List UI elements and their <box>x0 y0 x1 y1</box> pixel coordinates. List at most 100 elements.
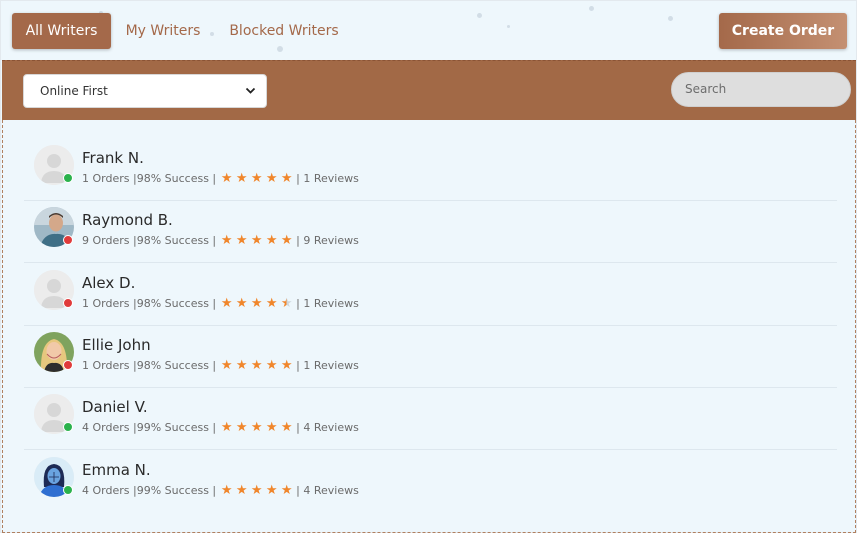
writer-list: Frank N. 1 Orders | 98% Success | ★ ★ ★ ★ ★ | 1 … <box>2 120 856 533</box>
reviews-count: 4 Reviews <box>303 484 359 497</box>
success-rate: 99% Success <box>136 421 209 434</box>
orders-count: 1 Orders <box>82 297 130 310</box>
success-rate: 99% Success <box>136 484 209 497</box>
star-icon: ★ <box>235 420 248 435</box>
writer-row[interactable]: Ellie John 1 Orders | 98% Success | ★ ★ ★ ★ ★ | … <box>24 326 837 388</box>
decor-dot <box>210 32 214 36</box>
decor-dot <box>589 6 594 11</box>
success-rate: 98% Success <box>136 297 209 310</box>
star-icon: ★ <box>280 358 293 373</box>
reviews-count: 1 Reviews <box>303 297 359 310</box>
star-icon: ★ <box>235 483 248 498</box>
status-online-indicator <box>63 173 73 183</box>
writer-row[interactable]: Daniel V. 4 Orders | 99% Success | ★ ★ ★ ★ ★ | 4… <box>24 388 837 450</box>
sort-select-value: Online First <box>40 84 108 98</box>
writer-stats: 1 Orders | 98% Success | ★ ★ ★ ★ ★ | 1 Reviews <box>82 297 359 310</box>
writer-stats: 1 Orders | 98% Success | ★ ★ ★ ★ ★ | 1 Reviews <box>82 172 359 185</box>
separator: | <box>208 234 217 247</box>
writer-stats: 4 Orders | 99% Success | ★ ★ ★ ★ ★ | 4 Reviews <box>82 421 359 434</box>
decor-dot <box>477 13 482 18</box>
reviews-count: 1 Reviews <box>303 172 359 185</box>
star-icon: ★ <box>280 420 293 435</box>
writer-row[interactable]: Alex D. 1 Orders | 98% Success | ★ ★ ★ ★ ★ | 1 R… <box>24 264 837 326</box>
star-icon: ★ <box>265 233 278 248</box>
star-icon: ★ <box>250 233 263 248</box>
writers-page: All Writers My Writers Blocked Writers C… <box>0 0 857 533</box>
writer-name[interactable]: Alex D. <box>82 274 135 292</box>
separator: | <box>296 484 304 497</box>
star-icon: ★ <box>250 358 263 373</box>
star-icon: ★ <box>235 171 248 186</box>
rating-stars: ★ ★ ★ ★ ★ <box>219 172 294 185</box>
star-icon: ★ <box>220 233 233 248</box>
star-icon: ★ <box>235 296 248 311</box>
star-icon: ★ <box>235 233 248 248</box>
orders-count: 1 Orders <box>82 359 130 372</box>
star-icon: ★ <box>280 171 293 186</box>
star-icon: ★ <box>220 296 233 311</box>
separator: | <box>296 421 304 434</box>
separator: | <box>129 234 137 247</box>
separator: | <box>208 172 217 185</box>
star-icon: ★ <box>265 420 278 435</box>
writer-row[interactable]: Raymond B. 9 Orders | 98% Success | ★ ★ ★ ★ ★ | … <box>24 201 837 263</box>
separator: | <box>296 234 304 247</box>
orders-count: 1 Orders <box>82 172 130 185</box>
separator: | <box>129 297 137 310</box>
reviews-count: 9 Reviews <box>303 234 359 247</box>
writer-row[interactable]: Emma N. 4 Orders | 99% Success | ★ ★ ★ ★ ★ | 4 R… <box>24 451 837 513</box>
star-icon: ★ <box>250 483 263 498</box>
star-icon: ★ <box>280 296 293 311</box>
chevron-down-icon <box>245 75 256 120</box>
separator: | <box>296 172 304 185</box>
create-order-button[interactable]: Create Order <box>719 13 847 49</box>
separator: | <box>208 421 217 434</box>
separator: | <box>208 297 217 310</box>
writer-row[interactable]: Frank N. 1 Orders | 98% Success | ★ ★ ★ ★ ★ | 1 … <box>24 139 837 201</box>
top-bar: All Writers My Writers Blocked Writers C… <box>1 1 857 59</box>
tab-blocked-writers[interactable]: Blocked Writers <box>229 13 339 49</box>
search-input[interactable]: Search <box>671 72 851 107</box>
orders-count: 4 Orders <box>82 421 130 434</box>
separator: | <box>296 359 304 372</box>
star-icon: ★ <box>220 483 233 498</box>
star-icon: ★ <box>265 171 278 186</box>
separator: | <box>129 421 137 434</box>
separator: | <box>129 484 137 497</box>
star-icon: ★ <box>265 483 278 498</box>
separator: | <box>129 172 137 185</box>
star-icon: ★ <box>265 296 278 311</box>
separator: | <box>129 359 137 372</box>
star-icon: ★ <box>280 233 293 248</box>
writer-name[interactable]: Ellie John <box>82 336 151 354</box>
success-rate: 98% Success <box>136 172 209 185</box>
rating-stars: ★ ★ ★ ★ ★ <box>219 484 294 497</box>
reviews-count: 1 Reviews <box>303 359 359 372</box>
status-offline-indicator <box>63 235 73 245</box>
star-icon: ★ <box>220 171 233 186</box>
rating-stars: ★ ★ ★ ★ ★ <box>219 421 294 434</box>
star-icon: ★ <box>235 358 248 373</box>
star-icon: ★ <box>265 358 278 373</box>
tab-my-writers[interactable]: My Writers <box>125 13 201 49</box>
writer-name[interactable]: Frank N. <box>82 149 144 167</box>
separator: | <box>296 297 304 310</box>
separator: | <box>208 484 217 497</box>
star-icon: ★ <box>250 296 263 311</box>
status-offline-indicator <box>63 298 73 308</box>
star-icon: ★ <box>280 483 293 498</box>
orders-count: 4 Orders <box>82 484 130 497</box>
writer-name[interactable]: Daniel V. <box>82 398 148 416</box>
status-online-indicator <box>63 485 73 495</box>
writer-name[interactable]: Raymond B. <box>82 211 173 229</box>
status-offline-indicator <box>63 360 73 370</box>
sort-select[interactable]: Online First <box>23 74 267 108</box>
success-rate: 98% Success <box>136 359 209 372</box>
star-icon: ★ <box>220 420 233 435</box>
writer-name[interactable]: Emma N. <box>82 461 151 479</box>
decor-dot <box>668 16 673 21</box>
tab-all-writers[interactable]: All Writers <box>12 13 111 49</box>
star-icon: ★ <box>220 358 233 373</box>
rating-stars: ★ ★ ★ ★ ★ <box>219 297 294 310</box>
decor-dot <box>507 25 510 28</box>
